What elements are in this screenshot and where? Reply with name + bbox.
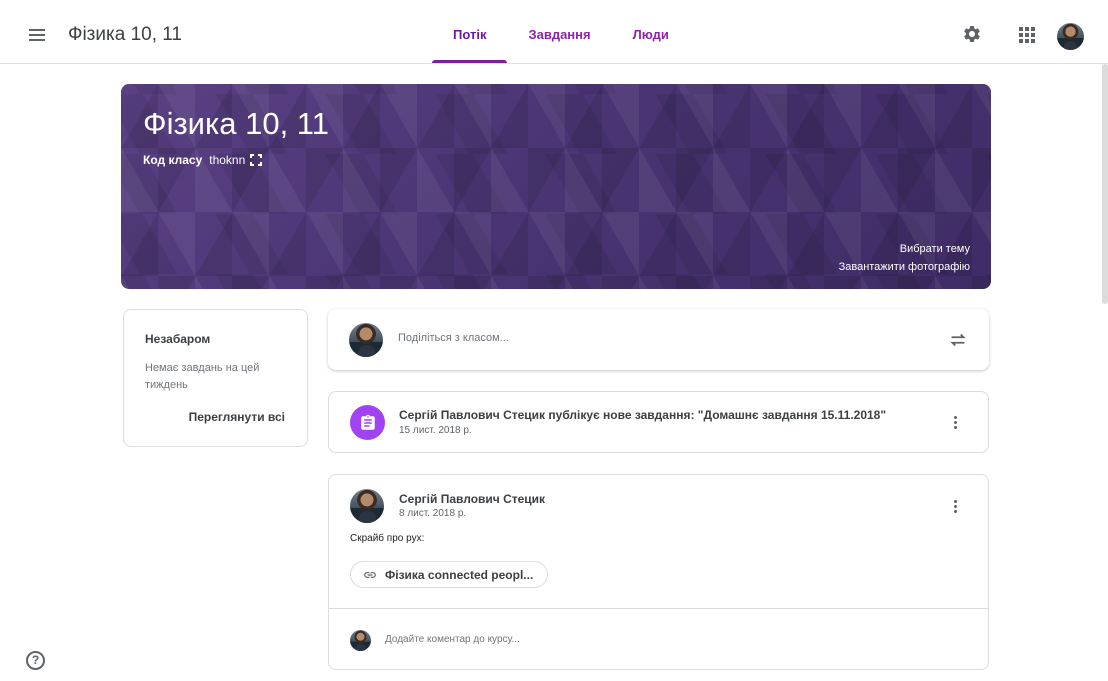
- course-title[interactable]: Фізика 10, 11: [68, 24, 182, 46]
- upload-photo-link[interactable]: Завантажити фотографію: [839, 261, 970, 273]
- share-box[interactable]: Поділіться з класом...: [328, 309, 989, 370]
- view-all-link[interactable]: Переглянути всі: [189, 410, 285, 424]
- assignment-date: 15 лист. 2018 р.: [399, 425, 472, 436]
- link-icon: [364, 571, 376, 578]
- fullscreen-icon[interactable]: [250, 154, 263, 166]
- more-options-icon[interactable]: [945, 496, 965, 516]
- attachment-label: Фізика connected peopl...: [385, 567, 534, 582]
- gear-icon[interactable]: [962, 24, 982, 44]
- class-code-value: thoknn: [209, 153, 246, 167]
- avatar: [350, 489, 384, 523]
- upcoming-empty-text: Немає завдань на цей тиждень: [145, 362, 260, 391]
- scrollbar[interactable]: [1102, 64, 1108, 304]
- divider: [329, 608, 988, 609]
- tab-bar: Потік Завдання Люди: [432, 0, 690, 64]
- apps-grid-icon[interactable]: [1019, 27, 1035, 43]
- post-date: 8 лист. 2018 р.: [399, 508, 467, 519]
- avatar: [350, 630, 371, 651]
- class-banner: Фізика 10, 11 Код класу thoknn Вибрати т…: [121, 84, 991, 289]
- announcement-post: Сергій Павлович Стецик 8 лист. 2018 р. С…: [328, 474, 989, 670]
- banner-title: Фізика 10, 11: [143, 106, 329, 141]
- post-author: Сергій Павлович Стецик: [399, 492, 546, 506]
- tab-classwork[interactable]: Завдання: [507, 0, 611, 64]
- assignment-icon: [350, 405, 385, 440]
- choose-theme-link[interactable]: Вибрати тему: [900, 243, 970, 255]
- help-icon[interactable]: ?: [26, 651, 45, 670]
- top-app-bar: Фізика 10, 11 Потік Завдання Люди: [0, 0, 1108, 64]
- more-options-icon[interactable]: [945, 412, 965, 432]
- assignment-item[interactable]: Сергій Павлович Стецик публікує нове зав…: [328, 391, 989, 453]
- user-avatar[interactable]: [1057, 23, 1084, 50]
- tab-people[interactable]: Люди: [612, 0, 690, 64]
- menu-icon[interactable]: [22, 20, 52, 50]
- repost-icon[interactable]: [947, 329, 969, 351]
- upcoming-card: Незабаром Немає завдань на цей тиждень П…: [123, 309, 308, 447]
- share-input[interactable]: Поділіться з класом...: [398, 332, 509, 344]
- post-body: Скрайб про рух:: [350, 533, 425, 544]
- comment-input[interactable]: Додайте коментар до курсу...: [385, 634, 520, 645]
- class-code-row: Код класу thoknn: [143, 153, 263, 167]
- upcoming-title: Незабаром: [145, 332, 211, 346]
- avatar: [349, 323, 383, 357]
- class-code-label: Код класу: [143, 153, 203, 167]
- tab-stream[interactable]: Потік: [432, 0, 508, 64]
- attachment-chip[interactable]: Фізика connected peopl...: [350, 561, 548, 588]
- assignment-title[interactable]: Сергій Павлович Стецик публікує нове зав…: [399, 408, 886, 422]
